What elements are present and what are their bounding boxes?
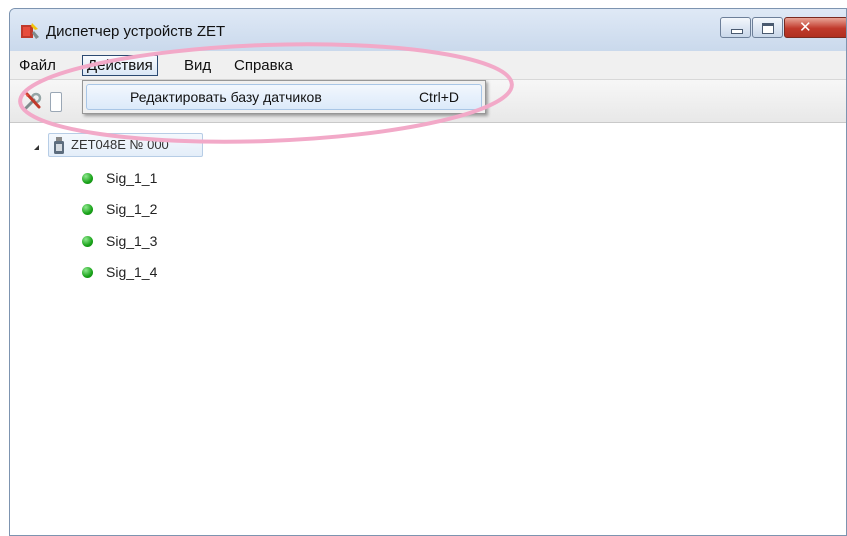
tree-item-label: Sig_1_4	[106, 264, 158, 280]
close-button[interactable]: ✕	[784, 17, 846, 38]
tree-root-label: ZET048E № 000	[71, 137, 169, 152]
usb-device-icon	[54, 137, 64, 154]
green-status-dot-icon	[82, 267, 93, 278]
menu-file[interactable]: Файл	[14, 55, 61, 76]
menu-help[interactable]: Справка	[229, 55, 298, 76]
minimize-button[interactable]	[720, 17, 751, 38]
tree-item-label: Sig_1_2	[106, 201, 158, 217]
device-tree: ZET048E № 000 Sig_1_1 Sig_1_2 Sig_1_3 Si…	[10, 123, 846, 535]
actions-dropdown-menu: Редактировать базу датчиков Ctrl+D	[82, 80, 486, 114]
tree-root-item[interactable]: ZET048E № 000	[48, 133, 203, 157]
app-icon	[21, 23, 39, 39]
menu-item-label: Редактировать базу датчиков	[130, 89, 322, 105]
window-title: Диспетчер устройств ZET	[46, 23, 226, 40]
green-status-dot-icon	[82, 236, 93, 247]
tree-item-label: Sig_1_1	[106, 170, 158, 186]
title-bar[interactable]: Диспетчер устройств ZET ✕	[10, 9, 846, 51]
menu-actions[interactable]: Действия	[82, 55, 158, 76]
menu-item-shortcut: Ctrl+D	[418, 89, 459, 105]
settings-tools-icon[interactable]	[22, 90, 44, 112]
green-status-dot-icon	[82, 173, 93, 184]
green-status-dot-icon	[82, 204, 93, 215]
menu-view[interactable]: Вид	[179, 55, 216, 76]
tree-item-label: Sig_1_3	[106, 233, 158, 249]
tree-expander-icon[interactable]	[34, 145, 39, 150]
close-icon: ✕	[799, 18, 812, 36]
menu-bar: Файл Действия Вид Справка	[10, 51, 846, 80]
menu-item-edit-sensor-db[interactable]: Редактировать базу датчиков Ctrl+D	[86, 84, 482, 110]
maximize-button[interactable]	[752, 17, 783, 38]
toolbar-button[interactable]	[50, 92, 62, 112]
